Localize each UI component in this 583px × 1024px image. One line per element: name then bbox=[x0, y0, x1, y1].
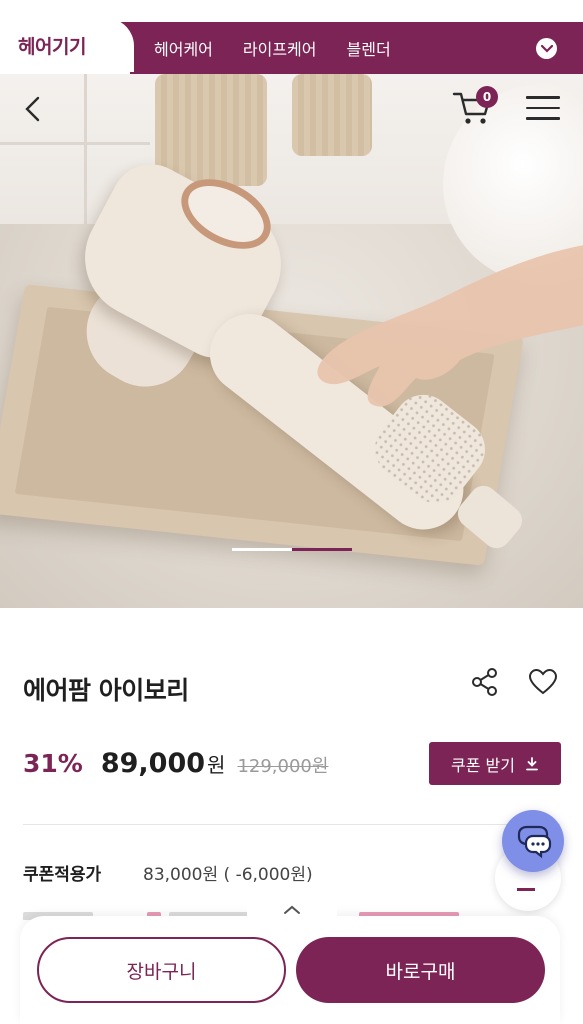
download-coupon-button[interactable]: 쿠폰 받기 bbox=[429, 742, 561, 785]
heart-icon bbox=[528, 668, 558, 695]
expand-options-handle[interactable] bbox=[247, 898, 337, 922]
chevron-down-icon[interactable] bbox=[536, 38, 557, 59]
tab-hair-care[interactable]: 헤어케어 bbox=[154, 36, 213, 60]
product-title: 에어팜 아이보리 bbox=[23, 676, 189, 705]
scroll-top-icon bbox=[517, 888, 535, 891]
share-icon bbox=[472, 668, 497, 696]
gallery-indicator bbox=[232, 548, 352, 551]
share-button[interactable] bbox=[470, 667, 500, 697]
chat-bubbles-icon bbox=[517, 825, 552, 859]
chevron-left-icon bbox=[25, 96, 40, 122]
tab-hair-device[interactable]: 헤어기기 bbox=[0, 16, 130, 74]
add-to-cart-button[interactable]: 장바구니 bbox=[37, 937, 286, 1003]
hamburger-menu-icon[interactable] bbox=[526, 96, 560, 124]
gallery-indicator-slide-1[interactable] bbox=[232, 548, 292, 551]
buy-now-button[interactable]: 바로구매 bbox=[296, 937, 545, 1003]
add-to-cart-label: 장바구니 bbox=[126, 960, 197, 983]
product-image-gallery[interactable]: 0 bbox=[0, 74, 583, 608]
wishlist-button[interactable] bbox=[528, 668, 558, 696]
discount-rate: 31% bbox=[23, 749, 83, 778]
coupon-button-label: 쿠폰 받기 bbox=[451, 755, 515, 775]
download-icon bbox=[526, 756, 538, 770]
original-price: 129,000원 bbox=[237, 756, 329, 777]
tile-grout bbox=[84, 74, 87, 224]
tile-grout bbox=[0, 142, 150, 145]
chevron-up-icon bbox=[284, 905, 300, 914]
price-unit: 원 bbox=[207, 753, 226, 777]
tab-blender[interactable]: 블렌더 bbox=[347, 36, 391, 60]
back-button[interactable] bbox=[18, 92, 46, 126]
decor-jar bbox=[292, 74, 372, 156]
buy-now-label: 바로구매 bbox=[385, 960, 456, 983]
category-tabs: 헤어케어 라이프케어 블렌더 bbox=[154, 22, 391, 74]
cart-button[interactable]: 0 bbox=[452, 86, 498, 130]
coupon-price-value: 83,000원 ( -6,000원) bbox=[143, 865, 313, 885]
hand-illustration bbox=[317, 245, 583, 407]
price-row: 31% 89,000 원 129,000원 bbox=[23, 748, 328, 779]
tab-life-care[interactable]: 라이프케어 bbox=[243, 36, 317, 60]
tab-label: 헤어기기 bbox=[18, 35, 86, 58]
coupon-price-label: 쿠폰적용가 bbox=[23, 865, 102, 885]
sale-price: 89,000 bbox=[100, 748, 206, 779]
divider bbox=[23, 824, 560, 825]
gallery-indicator-slide-2[interactable] bbox=[292, 548, 352, 551]
chat-button[interactable] bbox=[502, 810, 564, 872]
category-bar: 헤어기기 헤어케어 라이프케어 블렌더 bbox=[0, 0, 583, 74]
cart-count-badge: 0 bbox=[476, 86, 498, 108]
